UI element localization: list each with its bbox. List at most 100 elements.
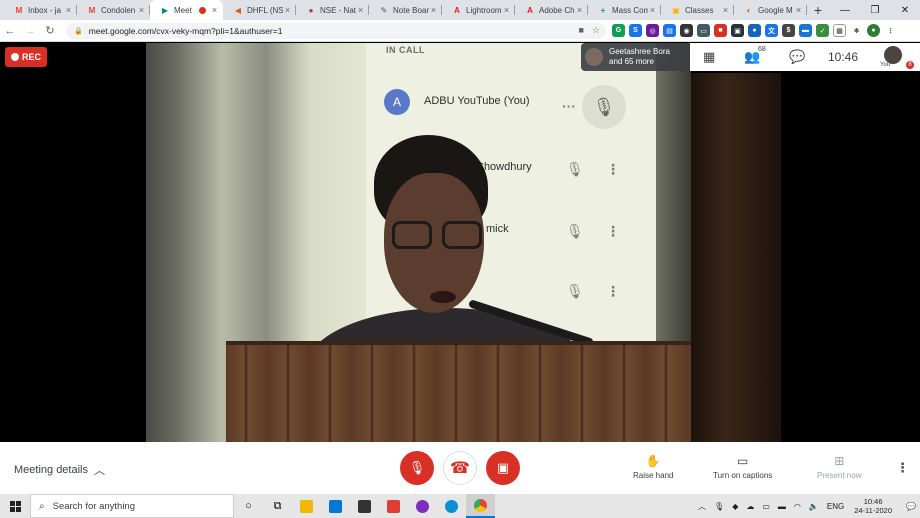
minimize-button[interactable]: — bbox=[830, 0, 860, 20]
taskbar-search[interactable]: ⌕ Search for anything bbox=[30, 494, 234, 518]
extension-camera-icon[interactable]: ◉ bbox=[680, 24, 693, 37]
extensions-puzzle-icon[interactable]: ✱ bbox=[850, 24, 863, 37]
browser-tab[interactable]: ▶ Meet × bbox=[150, 0, 223, 20]
windows-taskbar: ⌕ Search for anything ○ ⧉ ︿ 🎙 ◆ ☁ ▭ ▬ ◠ … bbox=[0, 494, 920, 518]
tab-favicon-icon: ✎ bbox=[380, 5, 388, 15]
notification-center-icon[interactable]: 💬 bbox=[906, 502, 916, 511]
restore-button[interactable]: ❐ bbox=[860, 0, 890, 20]
tab-close-icon[interactable]: × bbox=[502, 5, 511, 15]
tab-close-icon[interactable]: × bbox=[64, 5, 73, 15]
more-options-icon[interactable]: ⋮ bbox=[896, 460, 909, 476]
browser-tab[interactable]: M Condolen × bbox=[77, 0, 150, 20]
chrome-menu-icon[interactable]: ⋮ bbox=[884, 24, 897, 37]
browser-tab[interactable]: ● NSE - Nati × bbox=[296, 0, 369, 20]
mic-off-icon: 🎙 bbox=[408, 460, 426, 475]
forward-icon[interactable]: → bbox=[20, 25, 40, 37]
mic-off-button[interactable]: 🎙 bbox=[400, 451, 434, 485]
tab-close-icon[interactable]: × bbox=[648, 5, 657, 15]
record-dot-icon bbox=[10, 53, 19, 61]
present-now-button[interactable]: ⊞ Present now bbox=[817, 454, 861, 480]
browser-tab[interactable]: ▣ Classes × bbox=[661, 0, 734, 20]
browser-tab[interactable]: A Lightroom × bbox=[442, 0, 515, 20]
meeting-details-button[interactable]: Meeting details ︿ bbox=[14, 462, 105, 478]
task-view-icon[interactable]: ⧉ bbox=[263, 494, 292, 518]
extension-red-icon[interactable]: ■ bbox=[714, 24, 727, 37]
extension-translate-icon[interactable]: 文 bbox=[765, 24, 778, 37]
chrome-icon[interactable] bbox=[466, 494, 495, 518]
browser-tab[interactable]: A Adobe Ch × bbox=[515, 0, 588, 20]
camera-permission-icon[interactable]: ■ bbox=[578, 25, 583, 36]
tab-favicon-icon: ▶ bbox=[161, 5, 169, 15]
cortana-icon[interactable]: ○ bbox=[234, 494, 263, 518]
tray-clock[interactable]: 10:46 24-11-2020 bbox=[854, 497, 892, 515]
meeting-clock: 10:46 bbox=[828, 50, 859, 64]
media-app-icon[interactable] bbox=[408, 494, 437, 518]
hang-up-icon: ☎ bbox=[450, 460, 470, 477]
chat-icon[interactable]: 💬 bbox=[789, 49, 805, 65]
leave-call-button[interactable]: ☎ bbox=[443, 451, 477, 485]
tray-mic-icon[interactable]: 🎙 bbox=[714, 502, 724, 511]
extension-grid-icon[interactable]: ▦ bbox=[833, 24, 846, 37]
extension-green-icon[interactable]: ✓ bbox=[816, 24, 829, 37]
back-icon[interactable]: ← bbox=[0, 25, 20, 37]
extension-blue-icon[interactable]: ● bbox=[748, 24, 761, 37]
browser-tab[interactable]: M Inbox - ja × bbox=[4, 0, 77, 20]
extension-monitor-icon[interactable]: ▬ bbox=[799, 24, 812, 37]
tab-close-icon[interactable]: × bbox=[356, 5, 365, 15]
tray-dropbox-icon[interactable]: ◆ bbox=[732, 502, 738, 511]
extension-badge-icon[interactable]: ▤ bbox=[663, 24, 676, 37]
tray-display-icon[interactable]: ▬ bbox=[778, 502, 786, 511]
tray-language[interactable]: ENG bbox=[827, 502, 844, 511]
address-bar-row: ← → ↻ 🔒 meet.google.com/cvx-veky-mqm?pli… bbox=[0, 20, 920, 42]
edge-icon[interactable] bbox=[437, 494, 466, 518]
profile-avatar-icon[interactable]: ● bbox=[867, 24, 880, 37]
tab-favicon-icon: A bbox=[454, 5, 460, 15]
raise-hand-button[interactable]: ✋ Raise hand bbox=[633, 454, 673, 480]
browser-tab[interactable]: + Mass Com × bbox=[588, 0, 661, 20]
extension-s-icon[interactable]: S bbox=[629, 24, 642, 37]
tray-wifi-icon[interactable]: ◠ bbox=[794, 502, 801, 511]
extension-dark-icon[interactable]: ▣ bbox=[731, 24, 744, 37]
new-tab-button[interactable]: + bbox=[807, 0, 829, 20]
reload-icon[interactable]: ↻ bbox=[40, 24, 60, 37]
extension-circle-icon[interactable]: ◎ bbox=[646, 24, 659, 37]
file-explorer-icon[interactable] bbox=[292, 494, 321, 518]
present-label: Present now bbox=[817, 471, 862, 480]
tray-chevron-icon[interactable]: ︿ bbox=[698, 501, 706, 512]
camera-off-button[interactable]: ▣ bbox=[486, 451, 520, 485]
url-input[interactable]: 🔒 meet.google.com/cvx-veky-mqm?pli=1&aut… bbox=[66, 23, 606, 39]
self-view[interactable]: You 8 bbox=[880, 46, 914, 69]
start-button[interactable] bbox=[0, 494, 30, 518]
browser-tab[interactable]: ✎ Note Boar × bbox=[369, 0, 442, 20]
meeting-details-label: Meeting details bbox=[14, 464, 88, 476]
camera-off-icon: ▣ bbox=[496, 460, 510, 475]
browser-tab[interactable]: ◀ DHFL (NSE× bbox=[223, 0, 296, 20]
bookmark-star-icon[interactable]: ☆ bbox=[592, 25, 600, 36]
tab-close-icon[interactable]: × bbox=[721, 5, 730, 15]
close-window-button[interactable]: ✕ bbox=[890, 0, 920, 20]
tab-close-icon[interactable]: × bbox=[794, 5, 803, 15]
layout-grid-icon[interactable]: ▦ bbox=[703, 49, 715, 65]
sticky-notes-icon[interactable] bbox=[350, 494, 379, 518]
office-icon[interactable] bbox=[379, 494, 408, 518]
recording-indicator[interactable]: REC bbox=[5, 47, 47, 67]
tab-favicon-icon: ▣ bbox=[672, 5, 680, 15]
extension-grammarly-icon[interactable]: G bbox=[612, 24, 625, 37]
extension-s2-icon[interactable]: $ bbox=[782, 24, 795, 37]
present-icon: ⊞ bbox=[834, 454, 845, 468]
tab-close-icon[interactable]: × bbox=[137, 5, 146, 15]
tab-close-icon[interactable]: × bbox=[283, 5, 292, 15]
tray-volume-icon[interactable]: 🔈 bbox=[809, 502, 819, 511]
tab-title: Mass Com bbox=[612, 5, 648, 15]
tray-battery-icon[interactable]: ▭ bbox=[762, 502, 770, 511]
tab-close-icon[interactable]: × bbox=[429, 5, 438, 15]
extension-screen-icon[interactable]: ▭ bbox=[697, 24, 710, 37]
mail-icon[interactable] bbox=[321, 494, 350, 518]
browser-tab[interactable]: ◐ Google M × bbox=[734, 0, 807, 20]
window-controls: — ❐ ✕ bbox=[830, 0, 920, 20]
captions-button[interactable]: ▭ Turn on captions bbox=[713, 454, 772, 480]
tray-cloud-icon[interactable]: ☁ bbox=[746, 502, 754, 511]
tray-date: 24-11-2020 bbox=[854, 506, 893, 515]
tab-close-icon[interactable]: × bbox=[210, 5, 219, 15]
tab-close-icon[interactable]: × bbox=[575, 5, 584, 15]
